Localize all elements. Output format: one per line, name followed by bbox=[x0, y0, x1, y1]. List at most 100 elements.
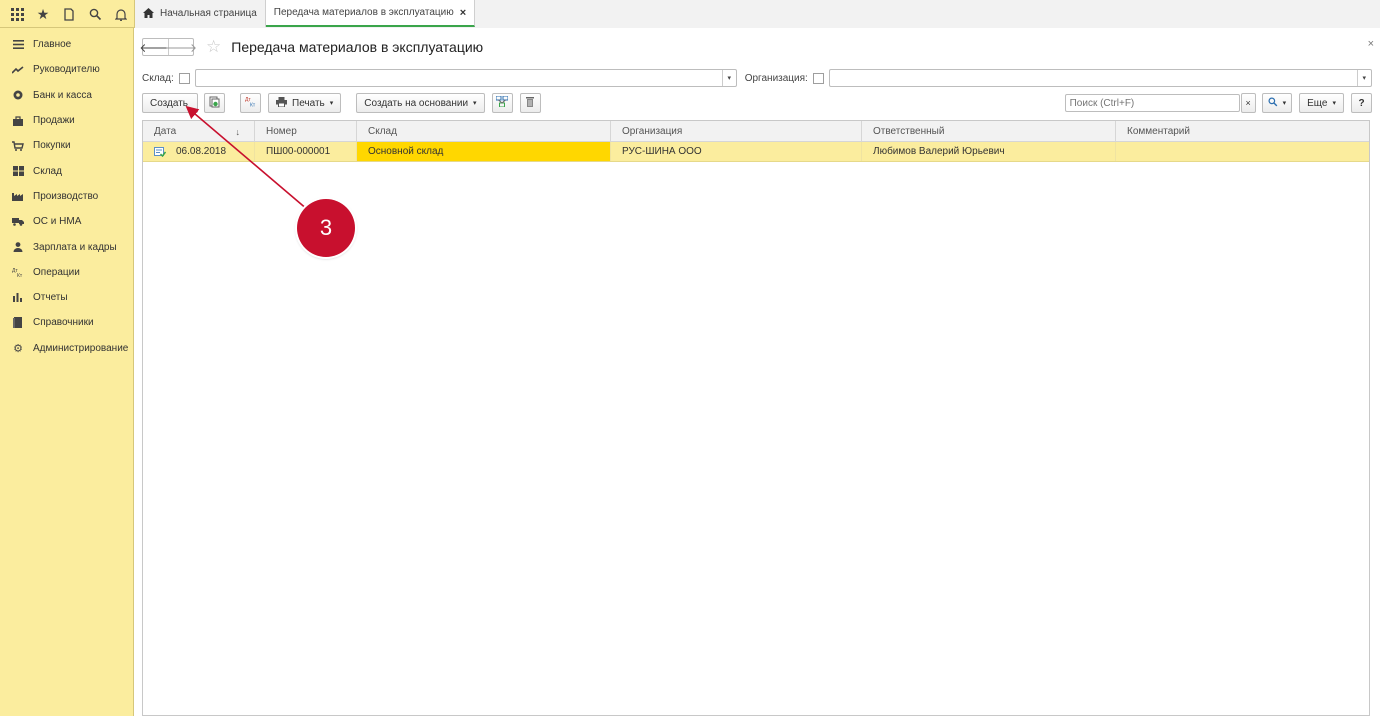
delete-mark-button[interactable] bbox=[519, 93, 541, 113]
sidebar-item-bank[interactable]: Банк и касса bbox=[0, 83, 133, 108]
sidebar-item-payroll[interactable]: Зарплата и кадры bbox=[0, 234, 133, 259]
search-icon[interactable] bbox=[82, 0, 108, 28]
favorites-star-icon[interactable]: ★ bbox=[30, 0, 56, 28]
sidebar-item-operations[interactable]: Дт Кт Операции bbox=[0, 260, 133, 285]
sidebar-item-label: Продажи bbox=[33, 115, 75, 127]
factory-icon bbox=[10, 191, 26, 202]
create-based-on-button[interactable]: Создать на основании ▾ bbox=[356, 93, 485, 113]
sidebar-item-production[interactable]: Производство bbox=[0, 184, 133, 209]
structure-icon bbox=[495, 95, 509, 110]
warehouse-filter-field[interactable]: ▾ bbox=[194, 69, 737, 87]
clear-search-icon[interactable]: × bbox=[1240, 93, 1256, 113]
warehouse-grid-icon bbox=[10, 166, 26, 177]
form-area: 🡐 🡒 ☆ Передача материалов в эксплуатацию… bbox=[134, 28, 1380, 716]
nav-buttons: 🡐 🡒 bbox=[139, 38, 197, 56]
svg-text:Кт: Кт bbox=[17, 273, 23, 277]
search-options-button[interactable]: ▾ bbox=[1261, 93, 1293, 113]
print-button[interactable]: Печать ▾ bbox=[268, 93, 342, 113]
form-header: 🡐 🡒 ☆ Передача материалов в эксплуатацию bbox=[139, 37, 484, 57]
sidebar-item-main[interactable]: Главное bbox=[0, 32, 133, 57]
column-header-label: Комментарий bbox=[1127, 126, 1190, 137]
sidebar-item-label: Отчеты bbox=[33, 292, 68, 304]
cell-number: ПШ00-000001 bbox=[255, 142, 357, 161]
top-bar: ★ Начальная страница Передача материалов… bbox=[0, 0, 1380, 28]
dropdown-arrow-icon: ▾ bbox=[1282, 100, 1287, 107]
column-header-comment[interactable]: Комментарий bbox=[1116, 121, 1369, 142]
create-based-on-label: Создать на основании bbox=[364, 97, 469, 109]
close-tab-icon[interactable]: × bbox=[460, 7, 466, 19]
sidebar-item-label: Склад bbox=[33, 165, 62, 177]
truck-icon bbox=[10, 217, 26, 227]
history-icon[interactable] bbox=[56, 0, 82, 28]
sidebar-item-label: ОС и НМА bbox=[33, 216, 82, 228]
table-row[interactable]: 06.08.2018 ПШ00-000001 Основной склад РУ… bbox=[143, 142, 1369, 162]
cell-warehouse: Основной склад bbox=[357, 142, 611, 161]
sidebar-item-manager[interactable]: Руководителю bbox=[0, 57, 133, 82]
create-button[interactable]: Создать bbox=[142, 93, 198, 113]
column-header-number[interactable]: Номер bbox=[255, 121, 357, 142]
organization-filter-field[interactable]: ▾ bbox=[828, 69, 1372, 87]
command-bar: Создать Дт Кт Печать ▾ Создать на основан… bbox=[142, 93, 1372, 113]
column-header-warehouse[interactable]: Склад bbox=[357, 121, 611, 142]
sidebar-item-label: Главное bbox=[33, 39, 72, 51]
tab-home-label: Начальная страница bbox=[160, 8, 257, 19]
sidebar-item-reports[interactable]: Отчеты bbox=[0, 285, 133, 310]
operations-icon: Дт Кт bbox=[10, 267, 26, 277]
cart-icon bbox=[10, 141, 26, 151]
sidebar-item-label: Руководителю bbox=[33, 64, 100, 76]
magnifier-icon bbox=[1268, 96, 1278, 110]
posted-document-icon bbox=[154, 146, 167, 157]
column-header-date[interactable]: Дата ↓ bbox=[143, 121, 255, 142]
person-icon bbox=[10, 242, 26, 253]
forward-arrow-icon[interactable]: 🡒 bbox=[165, 39, 197, 55]
warehouse-filter-label: Склад: bbox=[142, 72, 174, 84]
sidebar-item-label: Производство bbox=[33, 190, 99, 202]
search-input[interactable] bbox=[1064, 94, 1240, 112]
dropdown-arrow-icon[interactable]: ▾ bbox=[721, 70, 736, 86]
tab-materials-transfer[interactable]: Передача материалов в эксплуатацию × bbox=[265, 0, 476, 27]
printer-icon bbox=[276, 96, 287, 110]
top-icons: ★ bbox=[0, 0, 134, 28]
favorite-star-icon[interactable]: ☆ bbox=[206, 37, 221, 57]
sidebar-item-label: Справочники bbox=[33, 317, 94, 329]
print-button-label: Печать bbox=[292, 97, 325, 109]
page-title: Передача материалов в эксплуатацию bbox=[231, 39, 484, 55]
sidebar-item-fixed-assets[interactable]: ОС и НМА bbox=[0, 209, 133, 234]
sidebar-item-label: Зарплата и кадры bbox=[33, 241, 117, 253]
structure-button[interactable] bbox=[491, 93, 513, 113]
cell-text: 06.08.2018 bbox=[176, 146, 227, 157]
close-form-icon[interactable]: × bbox=[1368, 38, 1374, 50]
column-header-label: Номер bbox=[266, 126, 297, 137]
cell-comment bbox=[1116, 142, 1369, 161]
book-icon bbox=[10, 317, 26, 329]
help-button[interactable]: ? bbox=[1351, 93, 1372, 113]
apps-grid-icon[interactable] bbox=[4, 0, 30, 28]
column-header-label: Дата bbox=[154, 126, 177, 137]
column-header-organization[interactable]: Организация bbox=[611, 121, 862, 142]
sidebar-item-purchases[interactable]: Покупки bbox=[0, 133, 133, 158]
copy-button[interactable] bbox=[204, 93, 225, 113]
table-header: Дата ↓ Номер Склад Организация Ответстве… bbox=[143, 121, 1369, 142]
sidebar-item-label: Администрирование bbox=[33, 342, 129, 354]
sidebar-item-directories[interactable]: Справочники bbox=[0, 310, 133, 335]
annotation-step-badge: 3 bbox=[297, 199, 355, 257]
cell-date: 06.08.2018 bbox=[143, 142, 255, 161]
dropdown-arrow-icon[interactable]: ▾ bbox=[1356, 70, 1371, 86]
more-button[interactable]: Еще ▾ bbox=[1299, 93, 1344, 113]
tab-home[interactable]: Начальная страница bbox=[135, 0, 266, 27]
dt-kt-button[interactable]: Дт Кт bbox=[240, 93, 261, 113]
more-button-label: Еще bbox=[1307, 97, 1328, 109]
sidebar: Главное Руководителю Банк и касса Продаж… bbox=[0, 28, 134, 716]
warehouse-filter-checkbox[interactable] bbox=[178, 72, 190, 84]
sidebar-item-label: Операции bbox=[33, 266, 80, 278]
column-header-responsible[interactable]: Ответственный bbox=[862, 121, 1116, 142]
tab-strip: Начальная страница Передача материалов в… bbox=[134, 0, 1380, 28]
organization-filter-checkbox[interactable] bbox=[812, 72, 824, 84]
sidebar-item-label: Банк и касса bbox=[33, 89, 92, 101]
notifications-bell-icon[interactable] bbox=[108, 0, 134, 28]
sidebar-item-warehouse[interactable]: Склад bbox=[0, 158, 133, 183]
sidebar-item-sales[interactable]: Продажи bbox=[0, 108, 133, 133]
home-icon bbox=[143, 7, 154, 21]
sort-descending-icon: ↓ bbox=[235, 126, 241, 137]
sidebar-item-administration[interactable]: ⚙ Администрирование bbox=[0, 336, 133, 361]
